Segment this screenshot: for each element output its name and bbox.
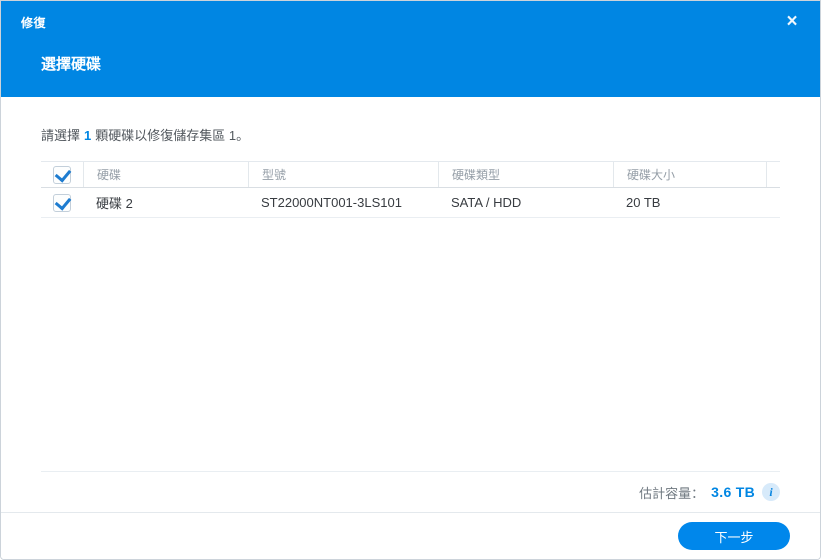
window-title: 修復 xyxy=(21,16,47,30)
dialog-footer: 下一步 xyxy=(1,512,820,559)
row-checkbox-cell xyxy=(41,188,83,217)
column-header-model[interactable]: 型號 xyxy=(248,162,438,187)
capacity-summary: 估計容量： 3.6 TB i xyxy=(41,471,780,512)
table-row[interactable]: 硬碟 2 ST22000NT001-3LS101 SATA / HDD 20 T… xyxy=(41,188,780,218)
dialog-header: 修復 × 選擇硬碟 xyxy=(1,1,820,97)
select-all-checkbox[interactable] xyxy=(53,165,71,184)
cell-disk-name: 硬碟 2 xyxy=(96,196,133,211)
cell-size: 20 TB xyxy=(626,195,661,210)
empty-area xyxy=(41,218,780,471)
disk-table: 硬碟 型號 硬碟類型 硬碟大小 硬碟 2 ST22000NT001-3LS101… xyxy=(41,161,780,218)
capacity-value: 3.6 TB xyxy=(711,484,755,500)
header-checkbox-cell xyxy=(41,162,83,187)
close-icon[interactable]: × xyxy=(780,9,804,33)
column-header-disk[interactable]: 硬碟 xyxy=(83,162,248,187)
page-title: 選擇硬碟 xyxy=(41,56,102,73)
row-checkbox[interactable] xyxy=(53,193,71,212)
instruction-text: 請選擇 1 顆硬碟以修復儲存集區 1。 xyxy=(41,127,780,145)
cell-model: ST22000NT001-3LS101 xyxy=(261,195,402,210)
cell-filler xyxy=(766,188,780,217)
next-button[interactable]: 下一步 xyxy=(678,522,790,550)
instruction-before: 請選擇 xyxy=(41,128,81,143)
column-header-type[interactable]: 硬碟類型 xyxy=(438,162,613,187)
instruction-count: 1 xyxy=(84,128,92,143)
column-header-filler xyxy=(766,162,780,187)
capacity-label: 估計容量： xyxy=(639,485,705,501)
disk-table-header-row: 硬碟 型號 硬碟類型 硬碟大小 xyxy=(41,161,780,188)
info-icon[interactable]: i xyxy=(762,483,780,501)
cell-type: SATA / HDD xyxy=(451,195,522,210)
column-header-size[interactable]: 硬碟大小 xyxy=(613,162,766,187)
instruction-after: 顆硬碟以修復儲存集區 1。 xyxy=(95,128,250,143)
repair-dialog: 修復 × 選擇硬碟 請選擇 1 顆硬碟以修復儲存集區 1。 硬碟 型號 硬碟類型 硬… xyxy=(0,0,821,560)
dialog-body: 請選擇 1 顆硬碟以修復儲存集區 1。 硬碟 型號 硬碟類型 硬碟大小 硬碟 2 S… xyxy=(1,97,820,512)
